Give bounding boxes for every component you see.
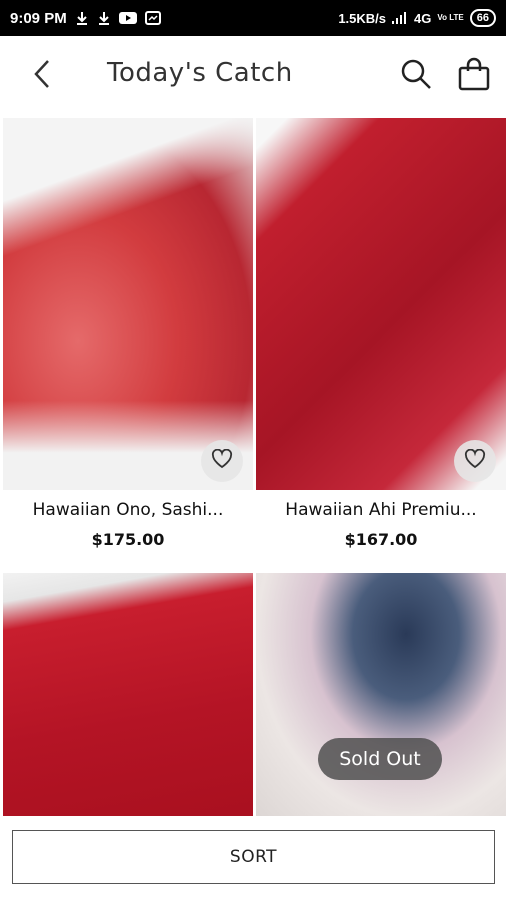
sort-button[interactable]: SORT bbox=[12, 830, 495, 884]
favorite-button[interactable] bbox=[201, 440, 243, 482]
product-card[interactable]: Sold Out bbox=[256, 573, 506, 818]
network-type: 4G bbox=[414, 10, 432, 26]
product-image[interactable] bbox=[3, 573, 253, 818]
photo-icon bbox=[144, 11, 161, 25]
product-image[interactable] bbox=[256, 118, 506, 490]
product-name[interactable]: Hawaiian Ono, Sashi... bbox=[3, 500, 253, 520]
download-icon bbox=[97, 11, 111, 25]
network-speed: 1.5KB/s bbox=[338, 10, 387, 26]
youtube-icon bbox=[118, 11, 137, 25]
product-price: $175.00 bbox=[91, 530, 165, 549]
search-icon bbox=[400, 58, 432, 95]
volte-label: Vo LTE bbox=[437, 13, 464, 22]
battery-level: 66 bbox=[476, 12, 489, 24]
product-card[interactable]: Hawaiian Ahi Premiu... $167.00 bbox=[256, 118, 506, 549]
signal-icon bbox=[392, 12, 408, 24]
heart-outline-icon bbox=[464, 448, 486, 474]
status-bar: 9:09 PM 1.5KB/s 4G Vo LTE 66 bbox=[0, 0, 506, 36]
cart-button[interactable] bbox=[454, 56, 494, 96]
status-time: 9:09 PM bbox=[10, 9, 67, 27]
product-card[interactable]: Hawaiian Ono, Sashi... $175.00 bbox=[3, 118, 253, 549]
back-button[interactable] bbox=[22, 56, 62, 96]
heart-outline-icon bbox=[211, 448, 233, 474]
product-name[interactable]: Hawaiian Ahi Premiu... bbox=[256, 500, 506, 520]
sold-out-badge: Sold Out bbox=[318, 738, 442, 780]
chevron-left-icon bbox=[32, 58, 52, 95]
page-title: Today's Catch bbox=[107, 58, 293, 88]
product-image[interactable]: Sold Out bbox=[256, 573, 506, 818]
download-icon bbox=[75, 11, 89, 25]
sort-bar: SORT bbox=[0, 816, 506, 900]
battery-icon: 66 bbox=[469, 9, 496, 27]
product-price: $167.00 bbox=[344, 530, 418, 549]
search-button[interactable] bbox=[396, 56, 436, 96]
app-header: Today's Catch bbox=[0, 36, 506, 116]
favorite-button[interactable] bbox=[454, 440, 496, 482]
product-card[interactable] bbox=[3, 573, 253, 818]
product-image[interactable] bbox=[3, 118, 253, 490]
shopping-bag-icon bbox=[458, 57, 490, 96]
